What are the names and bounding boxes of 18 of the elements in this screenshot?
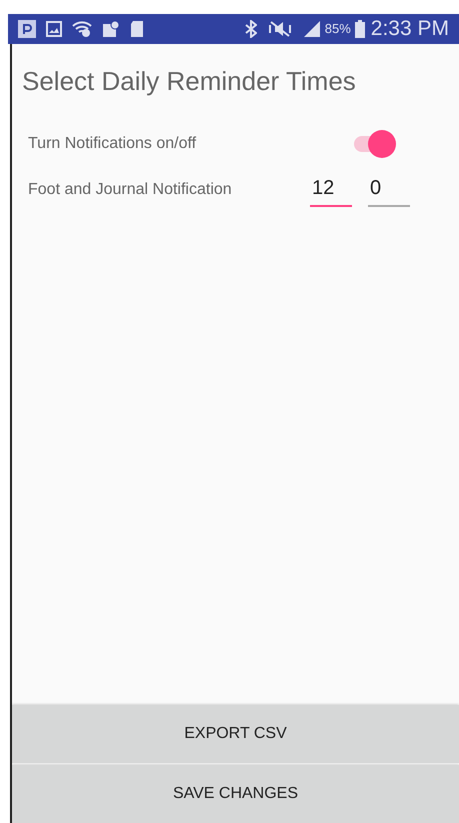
app-icon — [18, 20, 36, 38]
time-field[interactable]: 0 — [368, 173, 410, 207]
page-title: Select Daily Reminder Times — [22, 65, 357, 98]
time-field[interactable]: 12 — [310, 173, 352, 207]
setting-label: Foot and Journal Notification — [28, 180, 233, 200]
bluetooth-icon — [244, 20, 257, 38]
action-button[interactable]: EXPORT CSV — [12, 705, 459, 763]
image-icon — [46, 21, 62, 37]
battery-percent: 85% — [324, 20, 351, 38]
mute-icon — [266, 21, 293, 37]
setting-label: Turn Notifications on/off — [28, 134, 198, 154]
signal-icon — [302, 21, 321, 37]
clock: 2:33 PM — [370, 16, 449, 42]
sd-card-icon — [130, 20, 144, 38]
battery-icon — [354, 20, 365, 38]
wifi-icon — [72, 21, 92, 37]
notifications-switch[interactable] — [354, 130, 396, 158]
action-button[interactable]: SAVE CHANGES — [12, 765, 459, 823]
